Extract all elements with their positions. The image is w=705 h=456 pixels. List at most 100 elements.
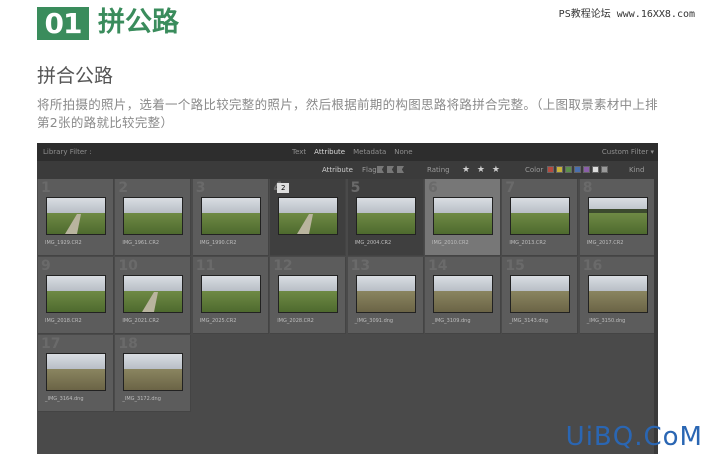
color-swatch-3[interactable] bbox=[565, 166, 572, 173]
kind-label: Kind bbox=[629, 166, 645, 174]
file-name: _IMG_3143.dng bbox=[509, 318, 548, 324]
thumbnail-cell[interactable]: 12 IMG_2028.CR2 bbox=[270, 257, 347, 334]
cell-index: 9 bbox=[41, 258, 51, 274]
photo-thumbnail[interactable] bbox=[123, 353, 184, 391]
cell-index: 10 bbox=[118, 258, 138, 274]
thumbnail-cell[interactable]: 8 IMG_2017.CR2 bbox=[579, 179, 656, 256]
cell-index: 1 bbox=[41, 180, 51, 196]
photo-thumbnail[interactable] bbox=[587, 275, 648, 313]
library-filter-bar: Library Filter : Text Attribute Metadata No… bbox=[37, 143, 658, 161]
cell-index: 16 bbox=[582, 258, 603, 274]
thumbnail-cell[interactable]: 1 IMG_1929.CR2 bbox=[38, 179, 114, 256]
cell-index: 11 bbox=[195, 258, 216, 274]
file-name: IMG_2017.CR2 bbox=[586, 240, 624, 246]
rating-label: Rating bbox=[427, 166, 450, 174]
cell-index: 12 bbox=[273, 258, 293, 274]
thumbnail-cell[interactable]: 15 _IMG_3143.dng bbox=[502, 257, 579, 334]
photo-thumbnail[interactable] bbox=[278, 275, 339, 313]
color-swatch-7[interactable] bbox=[601, 166, 608, 173]
photo-thumbnail[interactable] bbox=[46, 353, 106, 391]
file-name: _IMG_3091.dng bbox=[354, 318, 394, 324]
rating-stars[interactable]: ★ ★ ★ bbox=[462, 161, 502, 179]
photo-thumbnail[interactable] bbox=[200, 275, 261, 313]
file-name: _IMG_3150.dng bbox=[586, 318, 626, 324]
file-name: IMG_2025.CR2 bbox=[199, 318, 237, 324]
filter-tab-attribute[interactable]: Attribute bbox=[314, 143, 345, 161]
photo-thumbnail[interactable] bbox=[200, 197, 261, 235]
thumbnail-cell[interactable]: 7 IMG_2013.CR2 bbox=[502, 179, 579, 256]
cell-index: 8 bbox=[582, 180, 593, 196]
cell-index: 3 bbox=[195, 180, 206, 196]
cell-index: 2 bbox=[118, 180, 129, 196]
thumbnail-cell[interactable]: 18 _IMG_3172.dng bbox=[115, 335, 192, 412]
cell-index: 18 bbox=[118, 336, 138, 352]
grid-scrollbar[interactable] bbox=[654, 179, 658, 454]
file-name: _IMG_3109.dng bbox=[432, 318, 471, 324]
filter-tab-text[interactable]: Text bbox=[292, 143, 306, 161]
photo-thumbnail[interactable] bbox=[510, 197, 571, 235]
cell-index: 17 bbox=[41, 336, 61, 352]
file-name: IMG_2010.CR2 bbox=[432, 240, 469, 246]
photo-thumbnail[interactable] bbox=[123, 197, 184, 235]
color-swatch-1[interactable] bbox=[547, 166, 554, 173]
cell-index: 13 bbox=[350, 258, 371, 274]
filter-tab-metadata[interactable]: Metadata bbox=[353, 143, 386, 161]
custom-filter-dropdown[interactable]: Custom Filter ▾ bbox=[602, 143, 654, 161]
file-name: IMG_2018.CR2 bbox=[45, 318, 82, 324]
flag-label: Flag bbox=[362, 166, 377, 174]
thumbnail-cell[interactable]: 11 IMG_2025.CR2 bbox=[192, 257, 269, 334]
file-name: _IMG_3164.dng bbox=[45, 396, 84, 402]
filter-tab-none[interactable]: None bbox=[394, 143, 412, 161]
attribute-label: Attribute bbox=[322, 166, 353, 174]
lightroom-library-screenshot: Library Filter : Text Attribute Metadata No… bbox=[37, 143, 658, 454]
flag-reject-icon[interactable] bbox=[397, 166, 404, 173]
cell-index: 5 bbox=[350, 180, 361, 196]
photo-thumbnail[interactable] bbox=[46, 275, 106, 313]
thumbnail-cell[interactable]: 2 IMG_1961.CR2 bbox=[115, 179, 192, 256]
thumbnail-cell[interactable]: 14 _IMG_3109.dng bbox=[425, 257, 501, 334]
stack-count-badge[interactable]: 2 bbox=[277, 183, 290, 193]
cell-index: 7 bbox=[505, 180, 516, 196]
flag-pick-icon[interactable] bbox=[377, 166, 384, 173]
flag-icons bbox=[377, 166, 404, 173]
step-number-badge: 01 bbox=[37, 7, 89, 40]
cell-index: 14 bbox=[428, 258, 448, 274]
filter-tabs: Text Attribute Metadata None bbox=[292, 143, 413, 161]
file-name: IMG_2028.CR2 bbox=[277, 318, 314, 324]
file-name: IMG_1929.CR2 bbox=[45, 240, 82, 246]
color-swatch-5[interactable] bbox=[583, 166, 590, 173]
thumbnail-cell[interactable]: 3 IMG_1990.CR2 bbox=[192, 179, 269, 256]
photo-thumbnail[interactable] bbox=[355, 197, 416, 235]
photo-thumbnail[interactable] bbox=[433, 275, 493, 313]
photo-thumbnail[interactable] bbox=[587, 197, 648, 235]
library-filter-label: Library Filter : bbox=[43, 148, 92, 156]
photo-thumbnail[interactable] bbox=[278, 197, 339, 235]
thumbnail-cell[interactable]: 17 _IMG_3164.dng bbox=[38, 335, 114, 412]
photo-thumbnail[interactable] bbox=[355, 275, 416, 313]
thumbnail-cell[interactable]: 6 IMG_2010.CR2 bbox=[425, 179, 501, 256]
description-text: 将所拍摄的照片，选着一个路比较完整的照片，然后根据前期的构图思路将路拼合完整。（… bbox=[37, 97, 658, 130]
color-label: Color bbox=[525, 166, 544, 174]
file-name: IMG_1961.CR2 bbox=[122, 240, 160, 246]
file-name: IMG_1990.CR2 bbox=[199, 240, 237, 246]
watermark-top: PS教程论坛 www.16XX8.com bbox=[558, 9, 695, 20]
photo-thumbnail[interactable] bbox=[123, 275, 184, 313]
attribute-filter-bar: Attribute Flag Rating ★ ★ ★ Color Kind bbox=[37, 161, 658, 179]
thumbnail-cell[interactable]: 10 IMG_2021.CR2 bbox=[115, 257, 192, 334]
thumbnail-cell[interactable]: 13 _IMG_3091.dng bbox=[347, 257, 424, 334]
thumbnail-cell[interactable]: 42 bbox=[270, 179, 347, 256]
photo-thumbnail[interactable] bbox=[433, 197, 493, 235]
watermark-bottom: UiBQ.CoM bbox=[565, 422, 703, 452]
thumbnail-cell[interactable]: 9 IMG_2018.CR2 bbox=[38, 257, 114, 334]
cell-index: 6 bbox=[428, 180, 438, 196]
thumbnail-cell[interactable]: 5 IMG_2004.CR2 bbox=[347, 179, 424, 256]
file-name: IMG_2013.CR2 bbox=[509, 240, 547, 246]
color-swatch-6[interactable] bbox=[592, 166, 599, 173]
photo-thumbnail[interactable] bbox=[46, 197, 106, 235]
color-swatch-2[interactable] bbox=[556, 166, 563, 173]
photo-thumbnail[interactable] bbox=[510, 275, 571, 313]
color-swatch-4[interactable] bbox=[574, 166, 581, 173]
thumbnail-cell[interactable]: 16 _IMG_3150.dng bbox=[579, 257, 656, 334]
flag-unflagged-icon[interactable] bbox=[387, 166, 394, 173]
section-heading: 拼合公路 bbox=[37, 65, 114, 87]
